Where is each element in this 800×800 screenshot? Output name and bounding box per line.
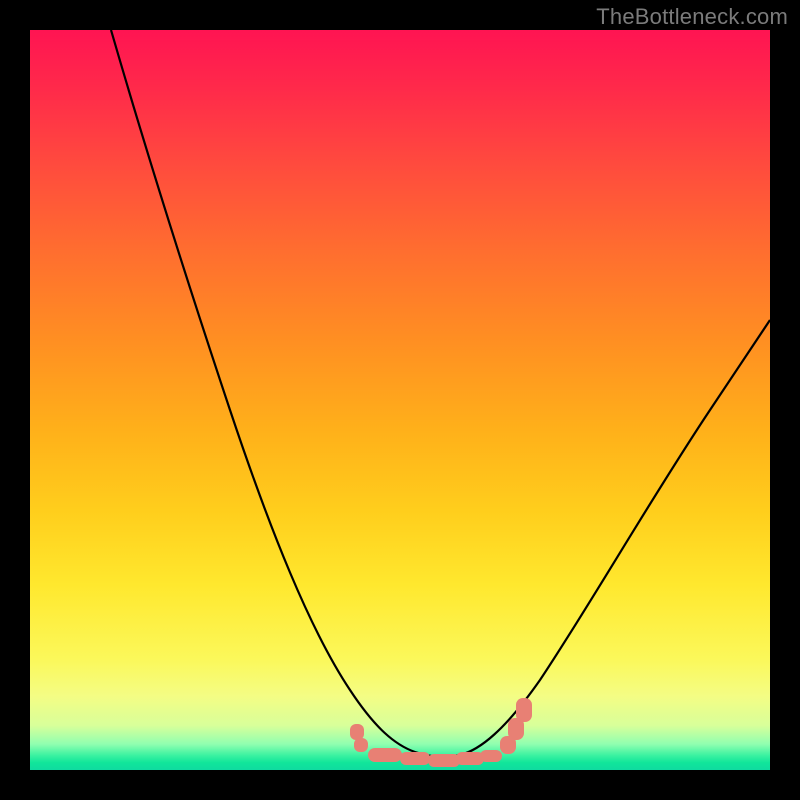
salmon-mark [516,698,532,722]
outer-frame: TheBottleneck.com [0,0,800,800]
salmon-mark [480,750,502,762]
salmon-mark [368,748,402,762]
salmon-mark [456,752,484,765]
plot-area [30,30,770,770]
salmon-mark [400,752,430,765]
salmon-mark [354,738,368,752]
salmon-marks-layer [30,30,770,770]
salmon-mark [428,754,460,767]
watermark-text: TheBottleneck.com [596,4,788,30]
salmon-mark [350,724,364,740]
